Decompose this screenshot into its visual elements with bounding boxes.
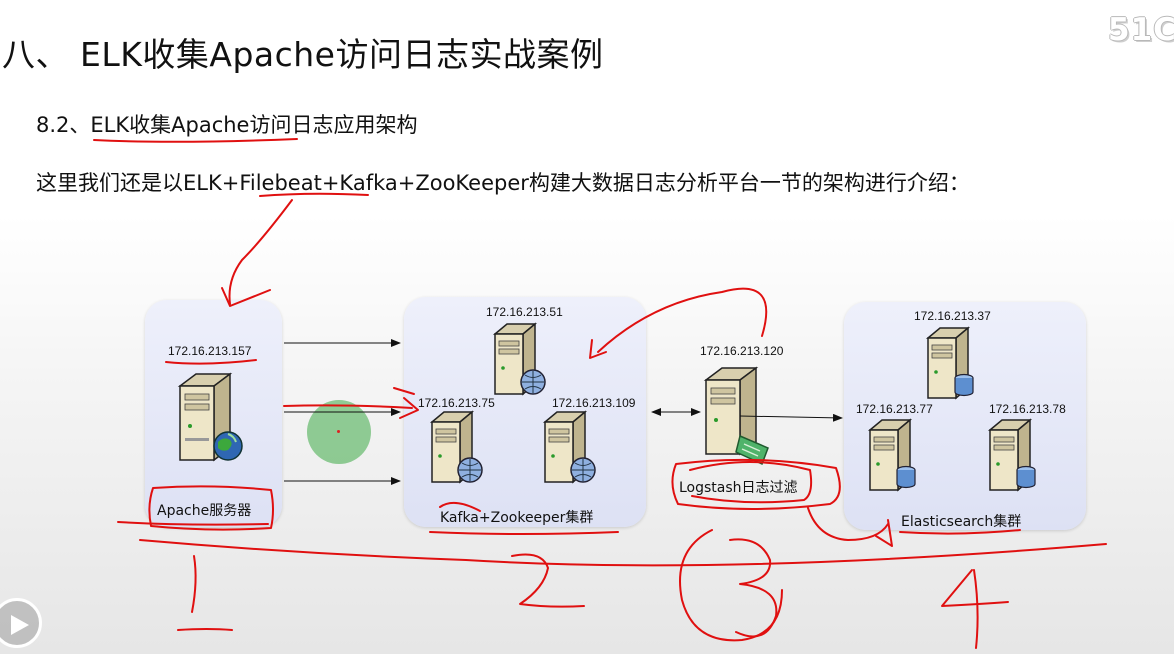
kafka-server-1-icon (492, 322, 546, 396)
es-label: Elasticsearch集群 (901, 514, 1022, 530)
play-icon (11, 615, 29, 635)
es-server-1-icon (925, 326, 974, 400)
es-ip-2: 172.16.213.77 (856, 402, 933, 416)
section-subtitle: 8.2、ELK收集Apache访问日志应用架构 (36, 113, 418, 137)
kafka-ip-1: 172.16.213.51 (486, 305, 563, 319)
apache-ip: 172.16.213.157 (168, 344, 252, 358)
logstash-ip: 172.16.213.120 (700, 344, 784, 358)
kafka-server-3-icon (542, 410, 596, 484)
apache-server-icon (177, 372, 243, 462)
kafka-ip-2: 172.16.213.75 (418, 396, 495, 410)
es-ip-3: 172.16.213.78 (989, 402, 1066, 416)
logstash-label: Logstash日志过滤 (679, 480, 798, 496)
kafka-server-2-icon (429, 410, 483, 484)
pointer-highlight (307, 400, 371, 464)
es-ip-1: 172.16.213.37 (914, 309, 991, 323)
apache-label: Apache服务器 (157, 503, 252, 519)
kafka-label: Kafka+Zookeeper集群 (440, 510, 594, 526)
es-server-2-icon (867, 418, 916, 492)
slide: 八、 ELK收集Apache访问日志实战案例 51CT 8.2、ELK收集Apa… (0, 0, 1174, 654)
slide-title: 八、 ELK收集Apache访问日志实战案例 (2, 35, 604, 74)
es-server-3-icon (987, 418, 1036, 492)
kafka-ip-3: 172.16.213.109 (552, 396, 636, 410)
logstash-server-icon (703, 366, 769, 466)
watermark-logo: 51CT (1108, 12, 1174, 48)
intro-text: 这里我们还是以ELK+Filebeat+Kafka+ZooKeeper构建大数据… (36, 171, 970, 195)
